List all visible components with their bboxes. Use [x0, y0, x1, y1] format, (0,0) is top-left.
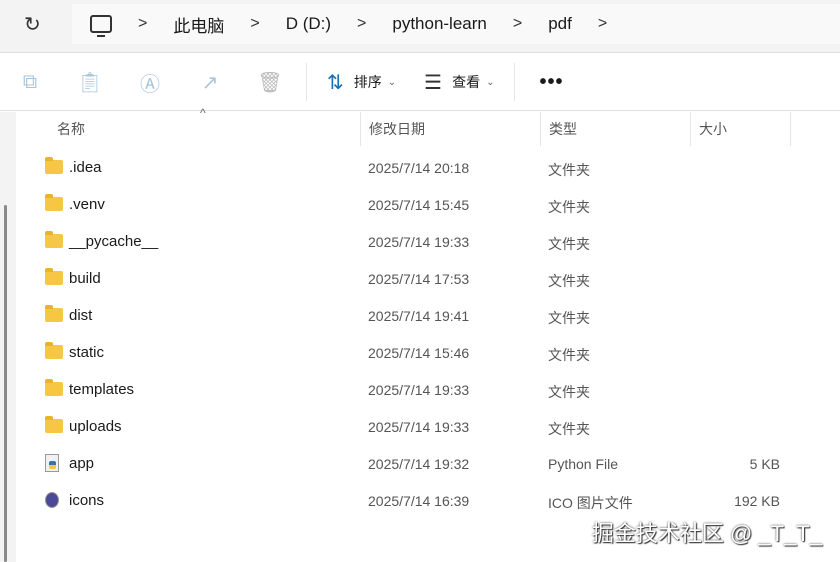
file-row[interactable]: .venv 2025/7/14 15:45 文件夹 — [16, 186, 840, 223]
sort-label: 排序 — [353, 74, 382, 90]
file-name: __pycache__ — [69, 233, 159, 250]
folder-icon — [45, 268, 63, 285]
file-type: 文件夹 — [548, 236, 590, 252]
file-size: 5 KB — [749, 456, 780, 472]
share-icon[interactable]: ↗ — [180, 70, 240, 95]
file-row[interactable]: uploads 2025/7/14 19:33 文件夹 — [16, 408, 840, 445]
python-file-icon — [45, 454, 59, 474]
file-name: .venv — [69, 196, 105, 213]
file-date: 2025/7/14 15:45 — [368, 197, 470, 213]
file-type: 文件夹 — [548, 421, 590, 437]
file-name: icons — [69, 492, 105, 509]
refresh-icon[interactable]: ↻ — [24, 12, 41, 37]
file-date: 2025/7/14 19:32 — [368, 456, 470, 472]
file-type: 文件夹 — [548, 199, 590, 215]
breadcrumb-pdf[interactable]: pdf — [548, 14, 572, 34]
file-date: 2025/7/14 19:33 — [368, 419, 470, 435]
sort-button[interactable]: ⇅ 排序 ⌄ — [313, 70, 410, 95]
more-options-button[interactable]: ••• — [521, 71, 581, 94]
file-row[interactable]: templates 2025/7/14 19:33 文件夹 — [16, 371, 840, 408]
file-date: 2025/7/14 20:18 — [368, 160, 470, 176]
sort-icon: ⇅ — [327, 71, 344, 94]
folder-icon — [45, 231, 63, 248]
list-view-icon: ☰ — [424, 71, 443, 94]
file-type: 文件夹 — [548, 273, 590, 289]
ico-file-icon — [45, 492, 59, 509]
folder-icon — [45, 416, 63, 433]
watermark: 掘金技术社区 @ _T_T_ — [591, 521, 822, 546]
folder-icon — [45, 379, 63, 396]
folder-icon — [45, 305, 63, 322]
breadcrumb-python-learn[interactable]: python-learn — [392, 14, 487, 34]
file-date: 2025/7/14 17:53 — [368, 271, 470, 287]
file-row[interactable]: static 2025/7/14 15:46 文件夹 — [16, 334, 840, 371]
column-size[interactable]: 大小 — [691, 112, 791, 146]
copy-icon[interactable]: ⧉ — [0, 71, 60, 94]
file-date: 2025/7/14 19:33 — [368, 234, 470, 250]
file-type: 文件夹 — [548, 347, 590, 363]
file-name: dist — [69, 307, 93, 324]
file-name: templates — [69, 381, 135, 398]
file-size: 192 KB — [734, 493, 780, 509]
file-type: Python File — [548, 456, 619, 472]
file-type: 文件夹 — [548, 310, 590, 326]
file-name: build — [69, 270, 101, 287]
breadcrumb-this-pc[interactable]: 此电脑 — [173, 12, 224, 37]
chevron-right-icon[interactable]: > — [598, 15, 607, 33]
breadcrumb-d-drive[interactable]: D (D:) — [286, 14, 331, 34]
command-bar: ⧉ 📋︎ Ⓐ ↗ 🗑︎ ⇅ 排序 ⌄ ☰ 查看 ⌄ ••• — [0, 54, 840, 111]
address-bar-area: ↻ > 此电脑 > D (D:) > python-learn > pdf > — [0, 0, 840, 53]
chevron-down-icon: ⌄ — [387, 76, 397, 88]
file-row[interactable]: build 2025/7/14 17:53 文件夹 — [16, 260, 840, 297]
file-name: app — [69, 455, 95, 472]
column-type[interactable]: 类型 — [541, 112, 691, 146]
file-type: 文件夹 — [548, 162, 590, 178]
chevron-right-icon[interactable]: > — [138, 15, 147, 33]
file-date: 2025/7/14 19:33 — [368, 382, 470, 398]
file-name: static — [69, 344, 105, 361]
file-row[interactable]: app 2025/7/14 19:32 Python File 5 KB — [16, 445, 840, 482]
navigation-pane — [0, 112, 16, 562]
rename-icon[interactable]: Ⓐ — [120, 68, 180, 97]
file-row[interactable]: __pycache__ 2025/7/14 19:33 文件夹 — [16, 223, 840, 260]
file-date: 2025/7/14 15:46 — [368, 345, 470, 361]
chevron-right-icon[interactable]: > — [513, 15, 522, 33]
view-label: 查看 — [452, 74, 481, 90]
file-row[interactable]: .idea 2025/7/14 20:18 文件夹 — [16, 149, 840, 186]
chevron-down-icon: ⌄ — [486, 76, 495, 88]
folder-icon — [45, 157, 63, 174]
chevron-right-icon[interactable]: > — [357, 15, 366, 33]
file-date: 2025/7/14 16:39 — [368, 493, 470, 509]
file-name: .idea — [69, 159, 102, 176]
divider — [514, 63, 516, 101]
paste-icon[interactable]: 📋︎ — [60, 70, 120, 95]
file-type: 文件夹 — [548, 384, 590, 400]
address-bar[interactable]: > 此电脑 > D (D:) > python-learn > pdf > — [72, 4, 840, 44]
file-name: uploads — [69, 418, 122, 435]
file-row[interactable]: dist 2025/7/14 19:41 文件夹 — [16, 297, 840, 334]
divider — [306, 63, 307, 101]
file-row[interactable]: icons 2025/7/14 16:39 ICO 图片文件 192 KB — [16, 482, 840, 519]
file-type: ICO 图片文件 — [548, 495, 633, 511]
chevron-right-icon[interactable]: > — [250, 15, 259, 33]
file-date: 2025/7/14 19:41 — [368, 308, 470, 324]
column-date[interactable]: 修改日期 — [361, 112, 541, 146]
view-button[interactable]: ☰ 查看 ⌄ — [410, 70, 508, 95]
scrollbar[interactable] — [4, 205, 7, 562]
folder-icon — [45, 194, 63, 211]
column-header: ^ 名称 修改日期 类型 大小 — [16, 106, 840, 146]
folder-icon — [45, 342, 63, 359]
column-name[interactable]: 名称 — [16, 112, 361, 146]
file-list: .idea 2025/7/14 20:18 文件夹 .venv 2025/7/1… — [16, 149, 840, 519]
this-pc-icon[interactable] — [90, 15, 112, 37]
delete-icon[interactable]: 🗑︎ — [240, 70, 300, 95]
